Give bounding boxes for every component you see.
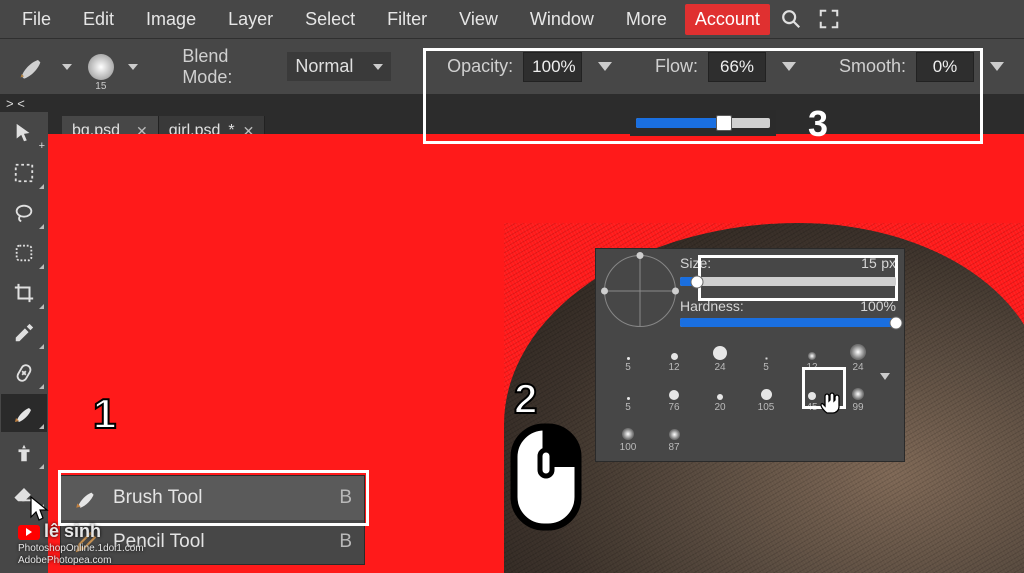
flyout-shortcut: B [339, 487, 352, 509]
flow-field[interactable]: 66% [708, 52, 766, 82]
menu-filter[interactable]: Filter [373, 3, 441, 36]
hardness-value[interactable]: 100% [840, 298, 896, 314]
menu-account[interactable]: Account [685, 4, 770, 35]
brush-tool[interactable] [1, 394, 47, 432]
opacity-label: Opacity: [447, 56, 513, 77]
brush-preset[interactable]: 5 [746, 337, 786, 373]
annotation-step-1: 1 [93, 390, 116, 438]
size-slider[interactable] [680, 277, 896, 286]
magic-wand-tool[interactable] [1, 234, 47, 272]
healing-tool[interactable] [1, 354, 47, 392]
menu-file[interactable]: File [8, 3, 65, 36]
brush-preset[interactable]: 5 [608, 377, 648, 413]
brush-preset[interactable]: 20 [700, 377, 740, 413]
presets-menu-icon[interactable] [880, 373, 898, 380]
brush-preset[interactable]: 87 [654, 417, 694, 453]
menu-more[interactable]: More [612, 3, 681, 36]
youtube-icon [18, 525, 40, 540]
brush-preset[interactable]: 24 [838, 337, 878, 373]
menu-view[interactable]: View [445, 3, 512, 36]
flow-dropdown-icon[interactable] [782, 62, 796, 71]
hardness-label: Hardness: [680, 298, 744, 314]
collapse-indicator[interactable]: > < [0, 94, 1024, 112]
cursor-icon [29, 495, 53, 523]
opacity-dropdown-icon[interactable] [598, 62, 612, 71]
brush-preset-grid: 512245122457620105459910087 [596, 331, 904, 453]
search-icon[interactable] [774, 2, 808, 36]
smooth-field[interactable]: 0% [916, 52, 974, 82]
marquee-tool[interactable] [1, 154, 47, 192]
blend-mode-label: Blend Mode: [182, 46, 277, 88]
active-tool-icon[interactable] [14, 49, 48, 85]
brush-preset[interactable]: 12 [654, 337, 694, 373]
brush-preset[interactable]: 24 [700, 337, 740, 373]
annotation-step-2: 2 [514, 375, 537, 423]
brush-preview[interactable]: 15 [88, 54, 114, 80]
fullscreen-icon[interactable] [812, 2, 846, 36]
brush-preset[interactable]: 100 [608, 417, 648, 453]
watermark: lê sinh PhotoshopOnline.1doi1.com AdobeP… [18, 521, 144, 567]
chevron-down-icon [373, 64, 383, 70]
flyout-label: Brush Tool [113, 487, 202, 509]
flyout-brush-tool[interactable]: Brush Tool B [61, 476, 364, 520]
brush-preset[interactable]: 5 [608, 337, 648, 373]
options-bar: 15 Blend Mode: Normal Opacity: 100% Flow… [0, 38, 1024, 94]
brush-size-number: 15 [95, 81, 106, 92]
menu-select[interactable]: Select [291, 3, 369, 36]
brush-preset[interactable]: 76 [654, 377, 694, 413]
eyedropper-tool[interactable] [1, 314, 47, 352]
size-label: Size: [680, 255, 711, 271]
brush-preset[interactable]: 99 [838, 377, 878, 413]
mouse-right-click-icon [509, 422, 583, 532]
menu-window[interactable]: Window [516, 3, 608, 36]
brush-preset-dropdown-icon[interactable] [128, 64, 138, 70]
tool-dropdown-icon[interactable] [62, 64, 72, 70]
opacity-field[interactable]: 100% [523, 52, 582, 82]
menu-layer[interactable]: Layer [214, 3, 287, 36]
clone-stamp-tool[interactable] [1, 434, 47, 472]
menu-image[interactable]: Image [132, 3, 210, 36]
brush-angle-control[interactable] [604, 255, 676, 327]
move-tool[interactable]: + [1, 114, 47, 152]
annotation-step-3: 3 [808, 103, 828, 145]
flyout-shortcut: B [339, 531, 352, 553]
crop-tool[interactable] [1, 274, 47, 312]
hardness-slider[interactable] [680, 318, 896, 327]
flow-slider[interactable] [630, 110, 776, 136]
brush-preset[interactable]: 12 [792, 337, 832, 373]
lasso-tool[interactable] [1, 194, 47, 232]
brush-preset[interactable]: 105 [746, 377, 786, 413]
brush-presets-popup: Size: 15 px Hardness: 100% 5122451224576… [595, 248, 905, 462]
smooth-label: Smooth: [839, 56, 906, 77]
menu-edit[interactable]: Edit [69, 3, 128, 36]
menu-bar: File Edit Image Layer Select Filter View… [0, 0, 1024, 38]
hand-cursor-icon [818, 391, 842, 417]
smooth-dropdown-icon[interactable] [990, 62, 1004, 71]
size-value[interactable]: 15 [861, 255, 877, 271]
flow-label: Flow: [655, 56, 698, 77]
